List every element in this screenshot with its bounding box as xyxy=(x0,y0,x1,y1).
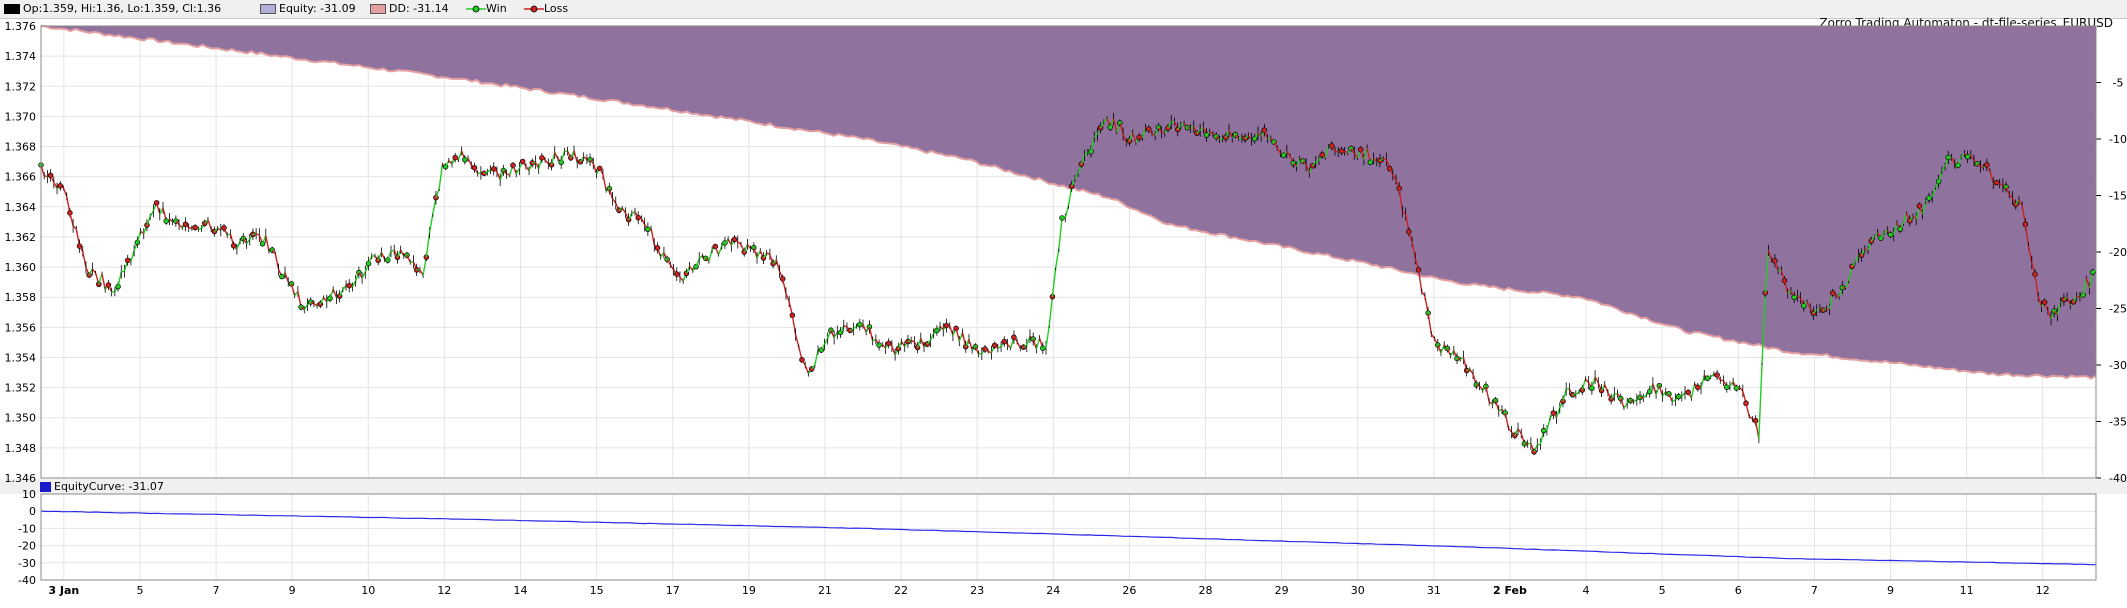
price-y-tick-label: 1.366 xyxy=(5,171,37,184)
price-segment xyxy=(1219,137,1223,141)
price-y-tick-label: 1.370 xyxy=(5,110,37,123)
equity-y-tick-label: -20 xyxy=(2109,246,2127,259)
x-tick-label: 9 xyxy=(1887,584,1894,597)
price-y-tick-label: 1.352 xyxy=(5,382,37,395)
price-segment xyxy=(1996,181,2000,185)
equity-curve-y-tick-label: -10 xyxy=(18,522,36,535)
equity-curve-y-tick-label: -20 xyxy=(18,540,36,553)
x-tick-label: 12 xyxy=(2036,584,2050,597)
equity-y-tick-label: -35 xyxy=(2109,416,2127,429)
equity-y-tick-label: -5 xyxy=(2113,77,2124,90)
x-tick-label: 24 xyxy=(1046,584,1060,597)
x-tick-label: 2 Feb xyxy=(1493,584,1527,597)
x-tick-label: 22 xyxy=(894,584,908,597)
x-tick-label: 31 xyxy=(1427,584,1441,597)
price-segment xyxy=(1720,379,1724,382)
x-tick-label: 28 xyxy=(1199,584,1213,597)
equity-curve-y-tick-label: 0 xyxy=(29,505,36,518)
x-tick-label: 26 xyxy=(1122,584,1136,597)
price-segment xyxy=(121,270,125,273)
x-tick-label: 7 xyxy=(213,584,220,597)
equity-panel xyxy=(40,493,2097,581)
price-y-tick-label: 1.364 xyxy=(5,201,37,214)
x-tick-label: 23 xyxy=(970,584,984,597)
x-tick-label: 30 xyxy=(1351,584,1365,597)
x-tick-label: 15 xyxy=(590,584,604,597)
x-tick-label: 6 xyxy=(1735,584,1742,597)
price-y-tick-label: 1.362 xyxy=(5,231,37,244)
equity-curve-y-tick-label: 10 xyxy=(22,488,36,501)
price-segment xyxy=(638,217,642,220)
x-tick-label: 17 xyxy=(666,584,680,597)
x-tick-label: 4 xyxy=(1583,584,1590,597)
price-segment xyxy=(1456,357,1461,361)
equity-curve-y-tick-label: -30 xyxy=(18,557,36,570)
price-y-tick-label: 1.358 xyxy=(5,291,37,304)
price-y-tick-label: 1.376 xyxy=(5,20,37,33)
price-segment xyxy=(1980,165,1984,168)
x-tick-label: 12 xyxy=(437,584,451,597)
price-y-tick-label: 1.372 xyxy=(5,80,37,93)
price-y-tick-label: 1.346 xyxy=(5,472,37,485)
price-segment xyxy=(1537,443,1541,446)
chart-canvas: 3 Jan 5 7 9 10 12 14 15 17 19 21 22 23 24 26 28 29 30 31 2 … xyxy=(0,20,2127,597)
x-tick-label: 11 xyxy=(1960,584,1974,597)
equity-curve-text: EquityCurve: -31.07 xyxy=(54,480,164,493)
equity-y-tick-label: -25 xyxy=(2109,303,2127,316)
price-y-tick-label: 1.360 xyxy=(5,261,37,274)
price-segment xyxy=(198,227,202,230)
price-y-tick-label: 1.374 xyxy=(5,50,37,63)
x-tick-label: 7 xyxy=(1811,584,1818,597)
win-marker xyxy=(442,163,449,170)
equity-y-tick-label: -15 xyxy=(2109,190,2127,203)
price-segment xyxy=(44,175,48,178)
x-tick-label: 10 xyxy=(361,584,375,597)
price-segment xyxy=(1736,386,1740,389)
price-y-tick-label: 1.350 xyxy=(5,412,37,425)
x-tick-label: 5 xyxy=(136,584,143,597)
sub-header-bg xyxy=(0,479,2127,494)
equity-curve-swatch xyxy=(40,482,51,492)
price-segment xyxy=(878,343,883,346)
x-tick-label: 5 xyxy=(1659,584,1666,597)
equity-curve-legend: EquityCurve: -31.07 xyxy=(40,479,164,494)
x-tick-label: 9 xyxy=(289,584,296,597)
price-y-tick-label: 1.348 xyxy=(5,442,37,455)
equity-y-tick-label: -30 xyxy=(2109,359,2127,372)
price-y-tick-label: 1.368 xyxy=(5,141,37,154)
x-tick-label: 3 Jan xyxy=(48,584,79,597)
x-tick-label: 14 xyxy=(514,584,528,597)
price-segment xyxy=(1187,126,1191,130)
equity-y-tick-label: -40 xyxy=(2109,472,2127,485)
equity-y-tick-label: -10 xyxy=(2109,133,2127,146)
x-tick-label: 29 xyxy=(1275,584,1289,597)
price-segment xyxy=(477,172,482,175)
price-segment xyxy=(1334,150,1339,153)
x-tick-label: 19 xyxy=(742,584,756,597)
price-y-tick-label: 1.354 xyxy=(5,351,37,364)
x-tick-label: 21 xyxy=(818,584,832,597)
price-y-tick-label: 1.356 xyxy=(5,321,37,334)
equity-curve-y-tick-label: -40 xyxy=(18,574,36,587)
